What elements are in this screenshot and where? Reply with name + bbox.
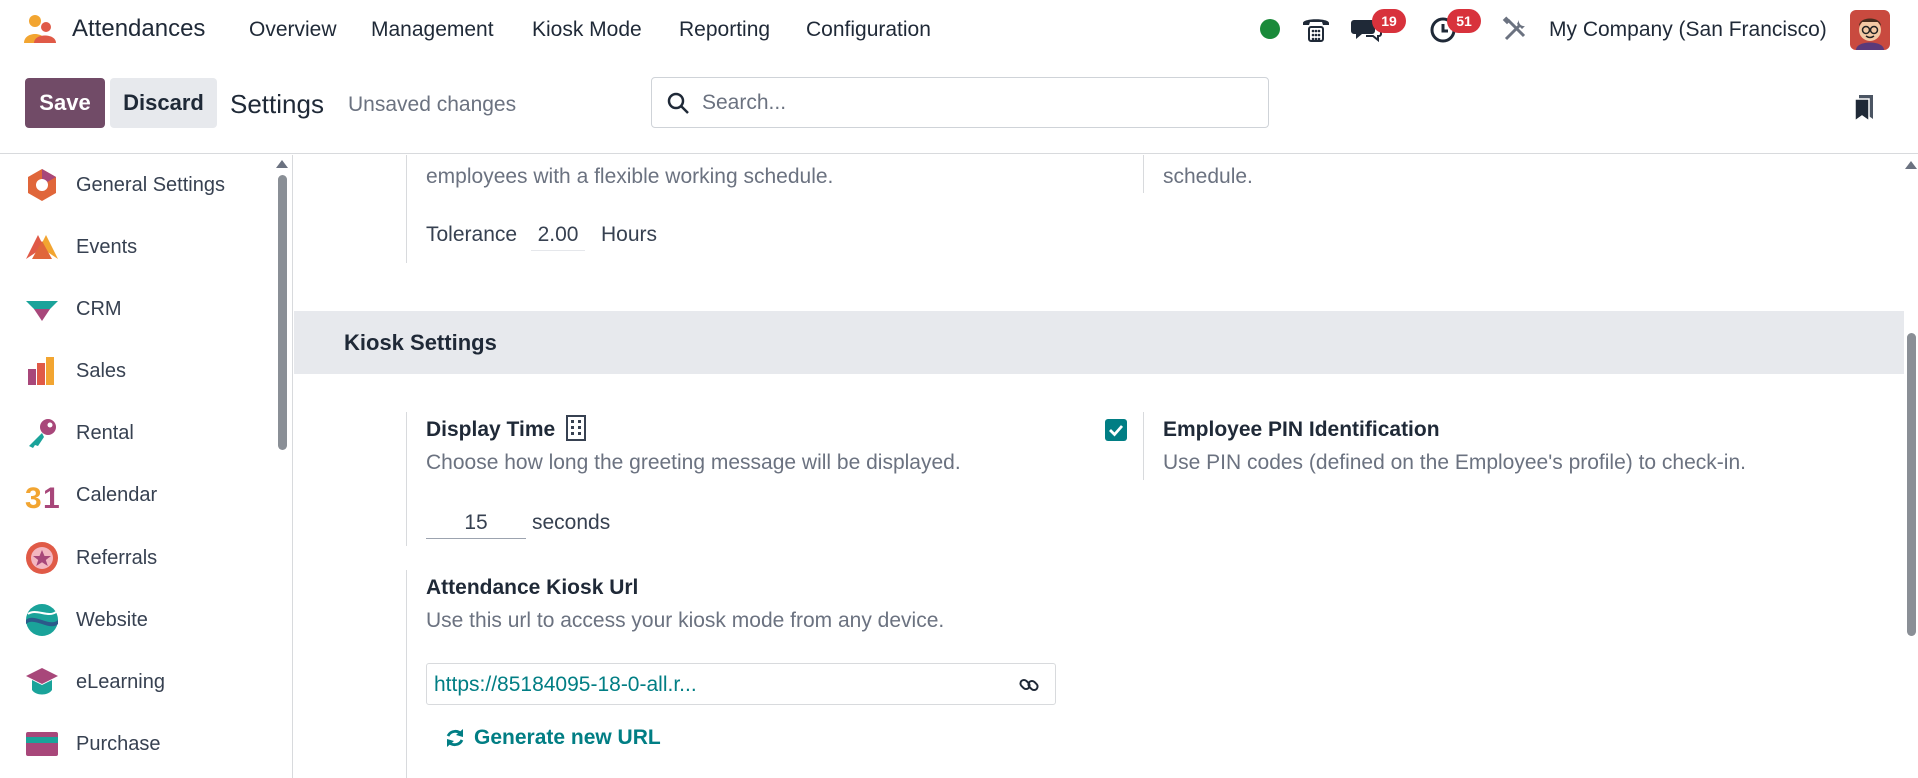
menu-overview[interactable]: Overview [249, 18, 337, 42]
sidebar-item-label: Website [76, 608, 148, 631]
sidebar-item-sales[interactable]: Sales [0, 345, 270, 397]
setting-divider [406, 412, 407, 546]
setting-divider [1143, 155, 1144, 193]
kiosk-url-link[interactable]: https://85184095-18-0-all.r... [434, 673, 697, 697]
sidebar-item-label: General Settings [76, 173, 225, 196]
section-title: Kiosk Settings [344, 330, 497, 355]
settings-sidebar: General Settings Events CRM Sales Rental [0, 155, 293, 778]
rental-key-icon [29, 419, 56, 448]
display-time-title: Display Time [426, 418, 556, 441]
sidebar-item-label: CRM [76, 297, 122, 320]
main-scrollbar-thumb[interactable] [1907, 333, 1916, 636]
sidebar-item-events[interactable]: Events [0, 221, 270, 273]
sidebar-item-rental[interactable]: Rental [0, 407, 270, 459]
purchase-icon [26, 732, 58, 756]
sidebar-item-label: Sales [76, 359, 127, 382]
settings-main-panel: employees with a flexible working schedu… [294, 155, 1904, 778]
unsaved-changes-indicator: Unsaved changes [348, 93, 517, 116]
company-switcher[interactable]: My Company (San Francisco) [1549, 18, 1827, 42]
generate-new-url-button[interactable]: Generate new URL [444, 726, 661, 750]
phone-icon[interactable] [1300, 14, 1332, 44]
bookmark-icon[interactable] [1853, 93, 1877, 123]
setting-divider [1143, 412, 1144, 480]
messages-badge: 19 [1372, 9, 1406, 33]
debug-tools-icon[interactable] [1500, 14, 1532, 44]
employee-pin-checkbox[interactable] [1105, 419, 1127, 441]
events-icon [26, 235, 58, 259]
setting-divider [406, 570, 407, 778]
calendar-icon: 3 1 [25, 482, 60, 513]
top-navbar: Attendances Overview Management Kiosk Mo… [0, 0, 1918, 60]
sidebar-item-label: Calendar [76, 483, 158, 506]
sidebar-item-website[interactable]: Website [0, 594, 270, 646]
kiosk-url-description: Use this url to access your kiosk mode f… [426, 609, 945, 632]
company-building-icon [566, 415, 586, 441]
attendances-app-icon[interactable] [22, 13, 58, 47]
search-input[interactable] [702, 87, 1252, 119]
kiosk-url-title: Attendance Kiosk Url [426, 576, 639, 599]
menu-kiosk-mode[interactable]: Kiosk Mode [532, 18, 642, 42]
app-name[interactable]: Attendances [72, 15, 205, 43]
website-icon [26, 604, 58, 636]
flexible-schedule-description: employees with a flexible working schedu… [426, 165, 834, 188]
sidebar-item-label: Referrals [76, 546, 158, 569]
referrals-icon [26, 542, 58, 574]
schedule-description: schedule. [1163, 165, 1253, 188]
tolerance-input[interactable] [531, 219, 585, 251]
setting-divider [406, 155, 407, 263]
refresh-icon [446, 729, 464, 747]
svg-text:3: 3 [25, 482, 42, 513]
tolerance-label: Tolerance [426, 223, 518, 246]
control-panel: Save Discard Settings Unsaved changes [0, 60, 1918, 154]
crm-icon [26, 301, 58, 321]
elearning-icon [26, 668, 58, 695]
svg-text:1: 1 [43, 482, 60, 513]
sidebar-item-purchase[interactable]: Purchase [0, 718, 270, 770]
sidebar-item-label: eLearning [76, 670, 165, 693]
kiosk-url-field[interactable]: https://85184095-18-0-all.r... [426, 663, 1056, 705]
kiosk-settings-section-header: Kiosk Settings [294, 311, 1904, 374]
menu-configuration[interactable]: Configuration [806, 18, 931, 42]
generate-new-url-label: Generate new URL [474, 726, 661, 749]
general-settings-icon [28, 169, 56, 201]
tolerance-unit: Hours [601, 223, 658, 246]
link-icon[interactable] [1018, 674, 1040, 696]
user-avatar[interactable] [1850, 10, 1890, 50]
sidebar-item-calendar[interactable]: 3 1 Calendar [0, 469, 270, 521]
menu-management[interactable]: Management [371, 18, 494, 42]
display-time-unit: seconds [532, 511, 611, 534]
sidebar-item-label: Events [76, 235, 138, 258]
main-scroll-up-arrow[interactable] [1905, 161, 1917, 169]
menu-reporting[interactable]: Reporting [679, 18, 770, 42]
presence-status-icon[interactable] [1260, 19, 1280, 39]
sidebar-item-elearning[interactable]: eLearning [0, 656, 270, 708]
search-box[interactable] [651, 77, 1269, 128]
save-button[interactable]: Save [25, 78, 105, 128]
employee-pin-description: Use PIN codes (defined on the Employee's… [1163, 451, 1746, 474]
sidebar-item-label: Rental [76, 421, 134, 444]
checkmark-icon [1109, 425, 1124, 437]
sidebar-item-general-settings[interactable]: General Settings [0, 159, 270, 211]
discard-button[interactable]: Discard [110, 78, 217, 128]
search-icon [667, 92, 689, 114]
page-title: Settings [230, 89, 324, 119]
employee-pin-title: Employee PIN Identification [1163, 418, 1440, 441]
sidebar-scroll-up-arrow[interactable] [276, 160, 288, 168]
sidebar-item-referrals[interactable]: Referrals [0, 532, 270, 584]
sidebar-item-crm[interactable]: CRM [0, 283, 270, 335]
sidebar-scrollbar[interactable] [278, 175, 287, 450]
display-time-description: Choose how long the greeting message wil… [426, 451, 961, 474]
sidebar-item-label: Purchase [76, 732, 161, 755]
display-time-input[interactable] [426, 507, 526, 539]
sales-icon [28, 357, 54, 385]
activities-badge: 51 [1447, 9, 1481, 33]
